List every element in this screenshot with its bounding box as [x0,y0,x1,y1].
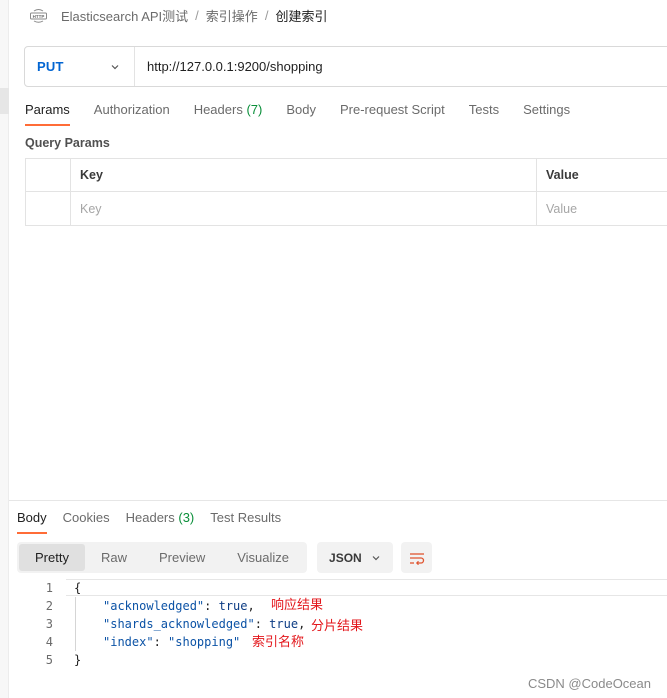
code-line: 1 { [17,579,667,597]
breadcrumb-separator: / [264,7,269,23]
tab-label: Params [25,102,70,117]
language-select[interactable]: JSON [317,542,394,573]
tab-authorization[interactable]: Authorization [94,96,170,126]
breadcrumb: HTTP Elasticsearch API测试 / 索引操作 / 创建索引 [30,0,327,30]
tab-body[interactable]: Body [286,96,316,126]
svg-text:HTTP: HTTP [33,14,45,19]
chevron-down-icon [111,64,119,69]
chevron-down-icon [372,555,380,560]
view-mode-segmented: Pretty Raw Preview Visualize [17,542,308,573]
watermark: CSDN @CodeOcean [527,676,651,691]
breadcrumb-request[interactable]: 创建索引 [275,6,327,25]
tab-label: Authorization [93,102,170,117]
annotation-shards: 分片结果 [311,618,364,633]
json-comma: , [247,599,255,613]
http-icon: HTTP [30,8,47,23]
tab-label: Body [286,102,316,117]
tab-cookies[interactable]: Cookies [63,504,110,534]
breadcrumb-collection[interactable]: Elasticsearch API测试 [61,6,188,25]
json-value: true [218,599,248,613]
response-tabs: Body Cookies Headers (3) Test Results [17,504,297,534]
response-divider[interactable] [9,500,667,501]
query-params-title: Query Params [25,136,110,150]
code-text: "acknowledged": true, [103,599,255,613]
line-number: 4 [45,635,53,649]
json-colon: : [204,599,219,613]
format-bar: Pretty Raw Preview Visualize JSON [17,542,433,573]
json-key: "index" [103,635,154,649]
code-line: 2 "acknowledged": true, [17,597,667,615]
tab-label: Headers [125,510,175,525]
url-bar: PUT http://127.0.0.1:9200/shopping [24,46,667,87]
json-value: "shopping" [168,635,241,649]
code-text: } [74,653,81,667]
tab-label: Test Results [210,510,282,525]
tab-count: (3) [178,510,195,525]
tab-pre-request-script[interactable]: Pre-request Script [340,96,445,126]
annotation-index: 索引名称 [252,634,305,649]
row-check-cell[interactable] [26,192,71,225]
wrap-lines-button[interactable] [401,542,433,573]
url-input[interactable]: http://127.0.0.1:9200/shopping [135,59,323,74]
tab-response-body[interactable]: Body [17,504,47,534]
params-table: Key Value Key Value [25,158,667,226]
mode-preview[interactable]: Preview [143,544,221,571]
json-comma: , [298,617,306,631]
breadcrumb-separator: / [195,7,199,23]
code-text: "index": "shopping" [103,635,240,649]
mode-visualize[interactable]: Visualize [221,544,305,571]
mode-raw[interactable]: Raw [85,544,143,571]
column-value: Value [546,168,579,182]
params-header-row: Key Value [26,159,667,192]
table-row: Key Value [26,192,667,225]
open-brace: { [74,581,82,595]
code-text: "shards_acknowledged": true, [103,617,305,631]
method-label: PUT [37,59,64,74]
left-rail [0,0,9,698]
tab-params[interactable]: Params [25,96,70,126]
tab-test-results[interactable]: Test Results [210,504,281,534]
line-number: 5 [45,653,53,667]
line-number: 1 [45,581,53,595]
tab-settings[interactable]: Settings [523,96,570,126]
annotation-acknowledged: 响应结果 [271,597,324,612]
code-line: 5 } [17,651,667,669]
code-text: { [74,581,81,595]
tab-label: Tests [468,102,500,117]
code-line: 4 "index": "shopping" [17,633,667,651]
tab-headers[interactable]: Headers (7) [194,96,263,126]
json-key: "acknowledged" [103,599,205,613]
json-colon: : [153,635,169,649]
tab-count: (7) [246,102,263,117]
value-input[interactable]: Value [537,192,667,225]
tab-label: Cookies [62,510,110,525]
column-key: Key [71,159,537,191]
json-colon: : [254,617,270,631]
tab-response-headers[interactable]: Headers (3) [126,504,195,534]
wrap-lines-icon [409,552,424,565]
tab-tests[interactable]: Tests [469,96,499,126]
method-select[interactable]: PUT [25,47,135,86]
json-key: "shards_acknowledged" [103,617,255,631]
close-brace: } [74,653,82,667]
request-tabs: Params Authorization Headers (7) Body Pr… [25,96,594,126]
json-value: true [269,617,299,631]
rail-marker [0,88,9,114]
tab-label: Pre-request Script [339,102,445,117]
mode-pretty[interactable]: Pretty [19,544,85,571]
line-number: 3 [45,617,53,631]
line-number: 2 [45,599,53,613]
tab-label: Body [17,510,47,525]
header-check-cell [26,159,71,191]
tab-label: Settings [523,102,571,117]
language-label: JSON [329,550,362,565]
key-input[interactable]: Key [71,192,537,225]
breadcrumb-folder[interactable]: 索引操作 [206,6,258,25]
tab-label: Headers [193,102,243,117]
